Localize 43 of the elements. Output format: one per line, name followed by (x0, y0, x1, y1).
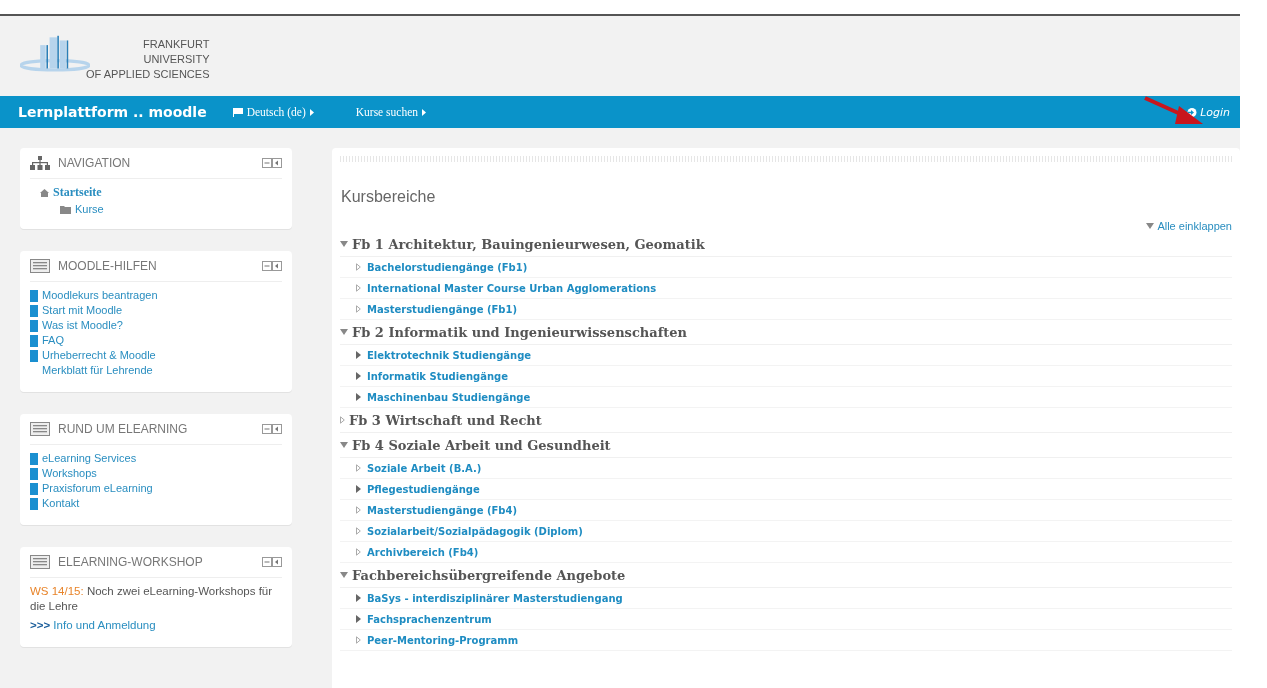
block-title: MOODLE-HILFEN (58, 259, 158, 273)
block-link[interactable]: Start mit Moodle (42, 303, 123, 318)
block-link[interactable]: Kontakt (42, 496, 80, 511)
block-title: NAVIGATION (58, 156, 132, 170)
subcategory-link[interactable]: International Master Course Urban Agglomerations (367, 282, 657, 294)
category-heading[interactable]: Fb 2 Informatik und Ingenieurwissenschaften (352, 324, 687, 340)
subcategory-link[interactable]: Elektrotechnik Studiengänge (367, 349, 532, 361)
block-link[interactable]: eLearning Services (42, 451, 137, 466)
block-link[interactable]: Merkblatt für Lehrende (42, 363, 153, 378)
block-link[interactable]: FAQ (42, 333, 64, 348)
subcategory-link[interactable]: Maschinenbau Studiengänge (367, 391, 531, 403)
block-link[interactable]: Urheberrecht & Moodle (42, 348, 156, 363)
university-name: FRANKFURT UNIVERSITY OF APPLIED SCIENCES (86, 37, 210, 82)
block-link[interactable]: Workshops (42, 466, 97, 481)
nav-link[interactable]: Startseite (53, 185, 102, 200)
nav-menu[interactable]: Kurse suchen (355, 106, 427, 118)
subcategory-link[interactable]: Informatik Studiengänge (367, 370, 509, 382)
collapse-all-link[interactable]: Alle einklappen (340, 220, 1232, 232)
category-heading[interactable]: Fachbereichsübergreifende Angebote (352, 567, 626, 583)
info-link[interactable]: >>> Info und Anmeldung (30, 619, 156, 631)
subcategory-link[interactable]: Pflegestudiengänge (367, 483, 480, 495)
category-heading[interactable]: Fb 3 Wirtschaft und Recht (349, 412, 542, 428)
block-title: ELEARNING-WORKSHOP (58, 555, 204, 569)
block-link[interactable]: Was ist Moodle? (42, 318, 123, 333)
subcategory-link[interactable]: Masterstudiengänge (Fb4) (367, 504, 518, 516)
site-brand[interactable]: Lernplattform .. moodle (18, 104, 207, 120)
subcategory-link[interactable]: Soziale Arbeit (B.A.) (367, 462, 482, 474)
subcategory-link[interactable]: Archivbereich (Fb4) (367, 546, 479, 558)
page-heading: Kursbereiche (341, 188, 437, 206)
subcategory-link[interactable]: Masterstudiengänge (Fb1) (367, 303, 518, 315)
subcategory-link[interactable]: Fachsprachenzentrum (367, 613, 492, 625)
category-heading[interactable]: Fb 1 Architektur, Bauingenieurwesen, Geomatik (352, 236, 705, 252)
announcement-text: WS 14/15: Noch zwei eLearning-Workshops für die Lehre (30, 584, 274, 614)
block-title: RUND UM ELEARNING (58, 422, 189, 436)
block-link[interactable]: Praxisforum eLearning (42, 481, 153, 496)
category-heading[interactable]: Fb 4 Soziale Arbeit und Gesundheit (352, 437, 611, 453)
subcategory-link[interactable]: BaSys - interdisziplinärer Masterstudiengang (367, 592, 623, 604)
nav-link[interactable]: Kurse (75, 203, 104, 215)
nav-menu[interactable]: Deutsch (de) (232, 106, 314, 118)
block-link[interactable]: Moodlekurs beantragen (42, 288, 158, 303)
subcategory-link[interactable]: Bachelorstudiengänge (Fb1) (367, 261, 528, 273)
subcategory-link[interactable]: Peer-Mentoring-Programm (367, 634, 519, 646)
subcategory-link[interactable]: Sozialarbeit/Sozialpädagogik (Diplom) (367, 525, 583, 537)
